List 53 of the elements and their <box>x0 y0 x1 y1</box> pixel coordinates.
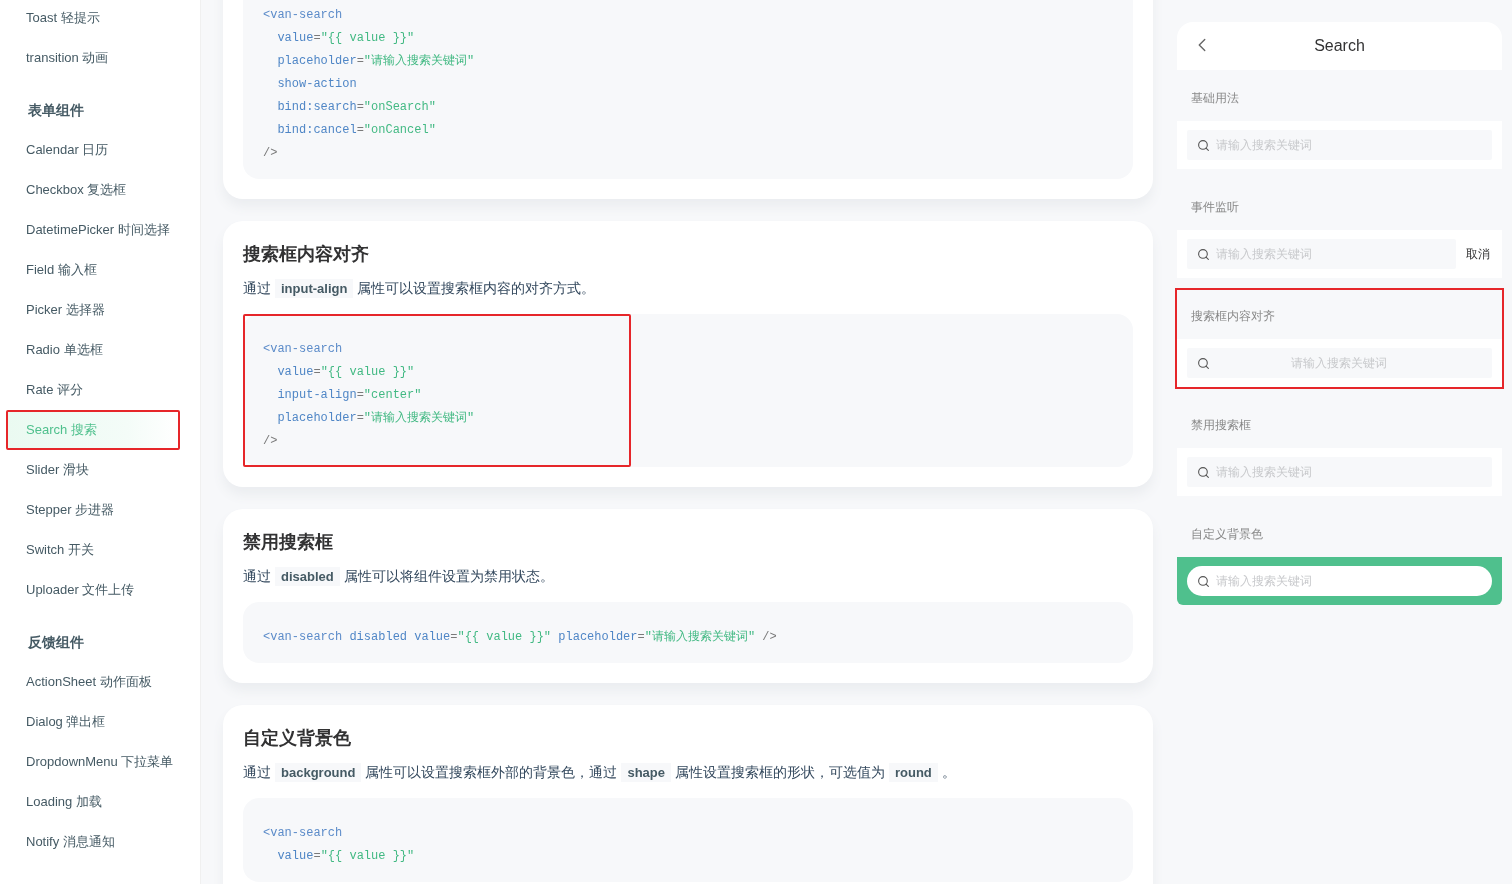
sidebar-item[interactable]: DatetimePicker 时间选择 <box>6 210 180 250</box>
code-line: <van-search disabled value="{{ value }}" placeholder="请输入搜索关键词" /> <box>263 629 778 646</box>
code-line: /> <box>263 433 279 450</box>
code-line: input-align="center" <box>276 387 423 404</box>
sidebar-item[interactable]: Stepper 步进器 <box>6 490 180 530</box>
sidebar-item[interactable]: Loading 加载 <box>6 782 180 822</box>
sidebar-group-heading: 表单组件 <box>27 101 85 120</box>
search-icon <box>1197 138 1210 152</box>
code-line: value="{{ value }}" <box>276 30 416 47</box>
sidebar-item[interactable]: Radio 单选框 <box>6 330 180 370</box>
demo-title: 搜索框内容对齐 <box>1190 308 1276 325</box>
code-line: bind:cancel="onCancel" <box>276 122 437 139</box>
sidebar-item[interactable]: transition 动画 <box>6 38 180 78</box>
sidebar-item[interactable]: Field 输入框 <box>6 250 180 290</box>
sidebar-item[interactable]: Checkbox 复选框 <box>6 170 180 210</box>
nav-title: Search <box>1314 37 1365 55</box>
cancel-button[interactable]: 取消 <box>1464 245 1492 263</box>
sidebar-item[interactable]: Uploader 文件上传 <box>6 570 180 610</box>
sidebar-item[interactable]: Rate 评分 <box>6 370 180 410</box>
demo-title: 禁用搜索框 <box>1190 417 1252 434</box>
section-description: 通过 background 属性可以设置搜索框外部的背景色，通过 shape 属性设置搜索框的形状，可选值为 round 。 <box>243 762 957 784</box>
search-icon <box>1197 574 1210 588</box>
sidebar-item[interactable]: Slider 滑块 <box>6 450 180 490</box>
demo-title: 自定义背景色 <box>1190 526 1264 543</box>
search-icon <box>1197 356 1210 370</box>
sidebar-item[interactable]: Calendar 日历 <box>6 130 180 170</box>
sidebar-item[interactable]: Toast 轻提示 <box>6 0 180 38</box>
sidebar-item[interactable]: Notify 消息通知 <box>6 822 180 862</box>
sidebar-item[interactable]: DropdownMenu 下拉菜单 <box>6 742 180 782</box>
code-line: /> <box>263 145 279 162</box>
sidebar-group-heading: 反馈组件 <box>27 633 85 652</box>
sidebar-item[interactable]: ActionSheet 动作面板 <box>6 662 180 702</box>
section-title: 禁用搜索框 <box>243 531 334 554</box>
code-line: show-action <box>276 76 358 93</box>
section-description: 通过 disabled 属性可以将组件设置为禁用状态。 <box>243 566 555 588</box>
code-line: <van-search <box>263 7 344 24</box>
demo-title: 事件监听 <box>1190 199 1240 216</box>
search-icon <box>1197 247 1210 261</box>
demo-title: 基础用法 <box>1190 90 1240 107</box>
section-title: 自定义背景色 <box>243 727 352 750</box>
code-line: <van-search <box>263 341 344 358</box>
code-line: value="{{ value }}" <box>276 364 416 381</box>
code-line: <van-search <box>263 825 344 842</box>
sidebar-item[interactable]: Picker 选择器 <box>6 290 180 330</box>
sidebar-item[interactable]: Switch 开关 <box>6 530 180 570</box>
search-icon <box>1197 465 1210 479</box>
code-line: placeholder="请输入搜索关键词" <box>276 53 476 70</box>
sidebar-item[interactable]: Dialog 弹出框 <box>6 702 180 742</box>
code-line: value="{{ value }}" <box>276 848 416 865</box>
section-description: 通过 input-align 属性可以设置搜索框内容的对齐方式。 <box>243 278 597 300</box>
code-line: placeholder="请输入搜索关键词" <box>276 410 476 427</box>
section-title: 搜索框内容对齐 <box>243 243 370 266</box>
code-line: bind:search="onSearch" <box>276 99 437 116</box>
